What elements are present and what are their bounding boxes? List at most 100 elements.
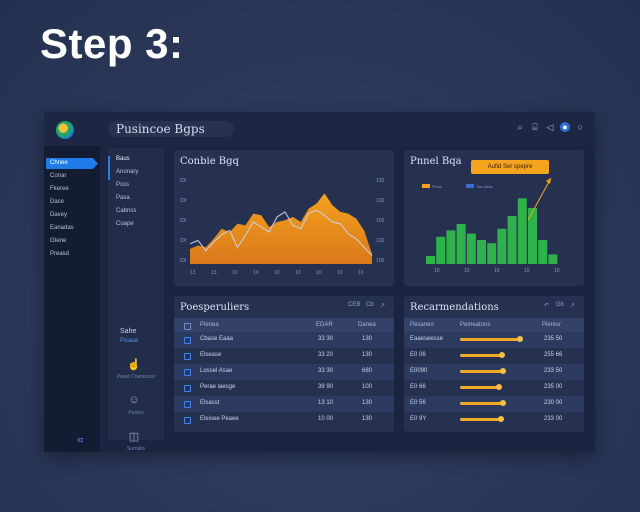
row-checkbox[interactable]: [184, 401, 191, 408]
sidebar: ◦◘ Chnee Conar Fkeree Dace Davey Eanadas Gtene…: [44, 146, 100, 452]
shortcut-icon-2[interactable]: ◫: [122, 430, 146, 443]
secondary-nav-item-3[interactable]: Pasa: [116, 195, 130, 201]
bar: [507, 216, 517, 264]
bar: [446, 230, 456, 264]
header-select-all-checkbox[interactable]: [184, 323, 191, 330]
row-value-2: 100: [362, 384, 373, 390]
col-header-name[interactable]: Pienea: [200, 322, 219, 328]
shortcut-caption-2: Surnalis: [126, 446, 146, 452]
secondary-nav-item-2[interactable]: Psss: [116, 182, 129, 188]
progress-handle[interactable]: [498, 416, 504, 422]
area-chart-plot: [189, 193, 373, 264]
row-value-1: 33 30: [318, 368, 334, 374]
bar: [497, 228, 507, 264]
callout-arrow: [527, 177, 552, 221]
sidebar-item-2[interactable]: Fkeree: [46, 184, 98, 195]
rec-col-header-1[interactable]: Pesaneo: [410, 322, 434, 328]
table-row[interactable]: E0 56 230 00: [404, 396, 584, 412]
bar: [487, 243, 497, 264]
secondary-nav-item-0[interactable]: Baus: [116, 156, 130, 162]
table-row[interactable]: Cbase Eaaa 33 30 130: [174, 332, 394, 348]
x-tick: 13: [190, 270, 196, 276]
rec-row-value: 235 50: [544, 336, 563, 342]
shortcut-icon-1[interactable]: ☺: [122, 394, 146, 406]
table-row[interactable]: Lossel Asae 33 30 680: [174, 364, 394, 380]
progress-handle[interactable]: [500, 400, 506, 406]
secondary-nav-item-1[interactable]: Anonary: [116, 169, 138, 175]
table-row[interactable]: Perae laesge 39 90 100: [174, 380, 394, 396]
col-header-3[interactable]: Danea: [358, 322, 376, 328]
progress-handle[interactable]: [517, 336, 523, 342]
x-tick: 10: [232, 270, 238, 276]
table1-action-3[interactable]: ↗: [380, 302, 385, 309]
table2-action-2[interactable]: Gb: [556, 302, 564, 308]
row-value-2: 130: [362, 352, 373, 358]
rec-row-value: 230 00: [544, 400, 563, 406]
sidebar-item-1[interactable]: Conar: [46, 171, 98, 182]
table2-action-1[interactable]: ↶: [544, 302, 549, 309]
x-tick: 10: [337, 270, 343, 276]
row-name: Elsasst: [200, 400, 220, 406]
table-row[interactable]: Elsasst 13 10 130: [174, 396, 394, 412]
row-value-2: 130: [362, 336, 373, 342]
progress-handle[interactable]: [496, 384, 502, 390]
rec-row-code: E0090: [410, 368, 428, 374]
app-name-field[interactable]: Pusincoe Bgps: [108, 121, 234, 137]
row-checkbox[interactable]: [184, 353, 191, 360]
suppliers-table-header: Pienea EDAR Danea: [174, 318, 394, 332]
table-row[interactable]: Elsease 33 20 130: [174, 348, 394, 364]
sidebar-item-6[interactable]: Gtene: [46, 236, 98, 247]
sidebar-footer-icons[interactable]: ◦◘: [76, 437, 83, 444]
row-checkbox[interactable]: [184, 337, 191, 344]
sidebar-item-3[interactable]: Dace: [46, 197, 98, 208]
user-icon[interactable]: ●: [560, 122, 570, 132]
row-name: Eleisee Peaee: [200, 416, 239, 422]
row-checkbox[interactable]: [184, 385, 191, 392]
sidebar-item-7[interactable]: Preasd: [46, 249, 98, 260]
secondary-nav-item-4[interactable]: Cabnss: [116, 208, 136, 214]
dashboard-window: Pusincoe Bgps ⌕ ⌸ ◁ ● ○ ◦◘ Chnee Conar Fkeree D…: [44, 112, 595, 452]
toolbar-icons: ⌕ ⌸ ◁ ● ○: [515, 122, 585, 132]
progress-bar: [460, 386, 499, 389]
table-row[interactable]: Eaaeseesse 235 50: [404, 332, 584, 348]
col-header-2[interactable]: EDAR: [316, 322, 333, 328]
bar-x-tick: 10: [464, 268, 470, 274]
row-value-1: 10 00: [318, 416, 334, 422]
table1-action-1[interactable]: CEB: [348, 302, 360, 308]
row-checkbox[interactable]: [184, 417, 191, 424]
rec-row-value: 235 00: [544, 384, 563, 390]
sidebar-item-0[interactable]: Chnee: [46, 158, 98, 169]
shortcut-caption-1: Pastes: [128, 410, 144, 416]
secondary-nav-item-5[interactable]: Coape: [116, 221, 134, 227]
table-row[interactable]: E0 9Y 233 00: [404, 412, 584, 428]
bar-x-tick: 10: [554, 268, 560, 274]
sidebar-item-5[interactable]: Eanadas: [46, 223, 98, 234]
help-icon[interactable]: ○: [575, 122, 585, 132]
row-checkbox[interactable]: [184, 369, 191, 376]
y-tick-left: IDI: [180, 218, 187, 224]
table-row[interactable]: Eleisee Peaee 10 00 130: [174, 412, 394, 428]
rec-row-value: 233 50: [544, 368, 563, 374]
progress-handle[interactable]: [499, 352, 505, 358]
sidebar-item-4[interactable]: Davey: [46, 210, 98, 221]
table-row[interactable]: E0 66 235 00: [404, 380, 584, 396]
expand-icon[interactable]: ⌸: [530, 122, 540, 132]
progress-handle[interactable]: [500, 368, 506, 374]
table1-action-2[interactable]: Cb: [366, 302, 374, 308]
bar: [517, 198, 527, 264]
suppliers-table-title: Poesperuliers: [180, 302, 250, 313]
secondary-section-sub[interactable]: Poiase: [120, 338, 138, 344]
zoom-icon[interactable]: ⌕: [515, 122, 525, 132]
bar: [426, 256, 435, 264]
table-row[interactable]: E0090 233 50: [404, 364, 584, 380]
rec-col-header-3[interactable]: Pieresr: [542, 322, 561, 328]
shortcut-icon-0[interactable]: ☝: [122, 358, 146, 371]
rec-row-value: 255 66: [544, 352, 563, 358]
send-icon[interactable]: ◁: [545, 122, 555, 132]
table-row[interactable]: E0 06 255 66: [404, 348, 584, 364]
row-value-1: 39 90: [318, 384, 334, 390]
table2-action-3[interactable]: ↗: [570, 302, 575, 309]
secondary-section-title: Sahe: [120, 328, 137, 335]
secondary-nav-indicator: [108, 156, 110, 180]
rec-col-header-2[interactable]: Pemeatons: [460, 322, 490, 328]
